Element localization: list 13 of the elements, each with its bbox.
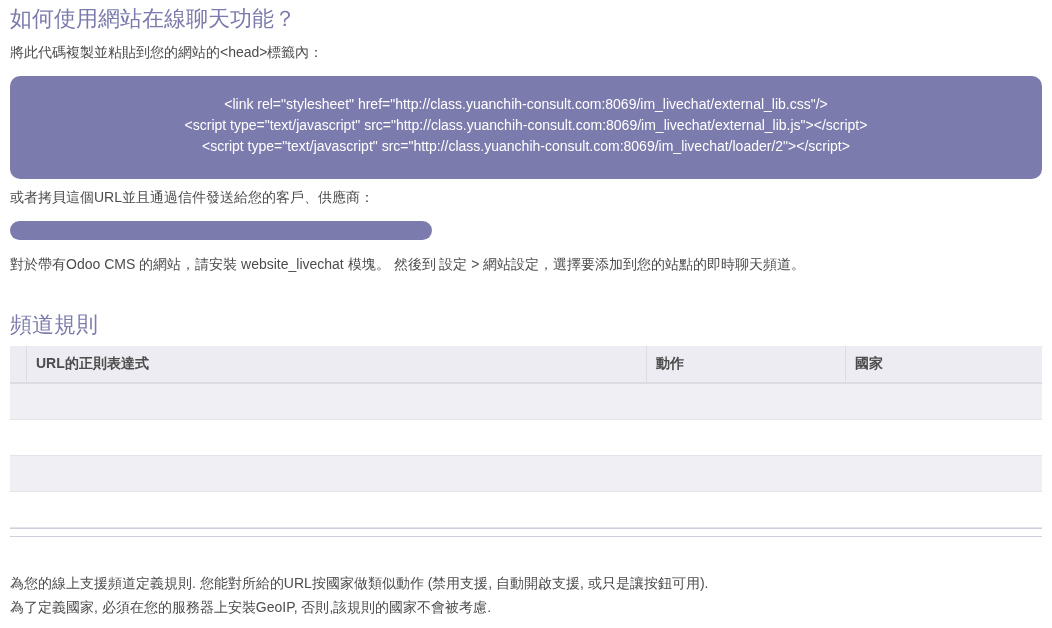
- cms-note-text: 對於帶有Odoo CMS 的網站，請安裝 website_livechat 模塊。 然後到 設定 > 網站設定，選擇要添加到您的站點的即時聊天頻道。: [10, 255, 807, 274]
- column-header[interactable]: URL的正則表達式: [27, 346, 647, 382]
- code-line: <script type="text/javascript" src="http://class.yuanchih-consult.com:8069/im_livechat/loader/2"></script>: [201, 137, 851, 156]
- section-title: 頻道規則: [10, 311, 99, 339]
- help-text: 為您的線上支援頻道定義規則. 您能對所給的URL按國家做類似動作 (禁用支援, 自動開啟支援, 或只是讓按鈕可用).: [10, 574, 710, 593]
- instruction-text: 將此代碼複製並粘貼到您的網站的<head>標籤內：: [10, 43, 325, 62]
- column-header[interactable]: 國家: [846, 346, 1042, 382]
- code-line: <script type="text/javascript" src="http://class.yuanchih-consult.com:8069/im_livechat/external_lib.js"></script>: [183, 116, 869, 135]
- code-line: <link rel="stylesheet" href="http://class.yuanchih-consult.com:8069/im_livechat/external_lib.css"/>: [223, 95, 829, 114]
- section-title: 如何使用網站在線聊天功能？: [10, 5, 297, 33]
- column-header[interactable]: 動作: [647, 346, 846, 382]
- help-text: 為了定義國家, 必須在您的服務器上安裝GeoIP, 否則,該規則的國家不會被考慮.: [10, 598, 493, 617]
- url-instruction-text: 或者拷貝這個URL並且通過信件發送給您的客戶、供應商：: [10, 188, 375, 207]
